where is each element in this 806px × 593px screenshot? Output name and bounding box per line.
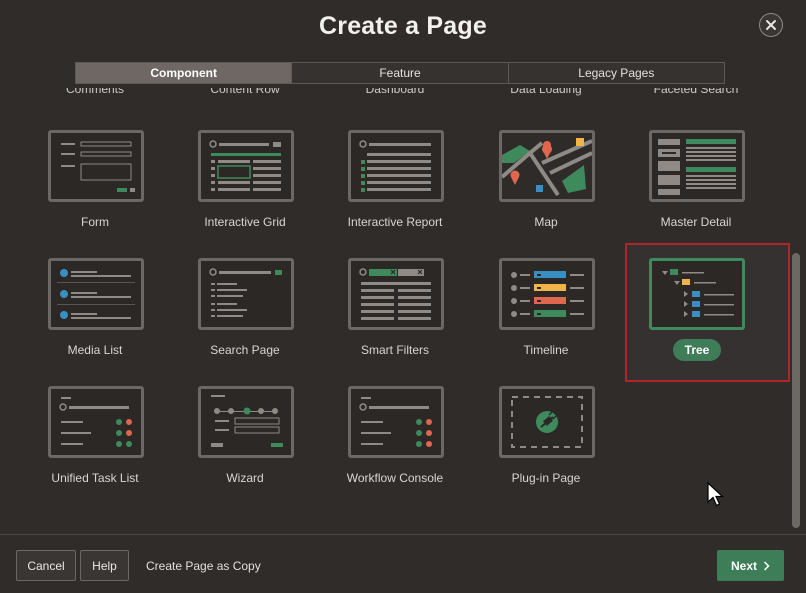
timeline-label: Timeline (523, 343, 569, 357)
tab-feature[interactable]: Feature (292, 63, 509, 83)
comments-label[interactable]: Comments (20, 88, 170, 96)
component-workflow-console[interactable]: Workflow Console (320, 386, 470, 506)
map-label: Map (534, 215, 558, 229)
scrollbar[interactable] (792, 253, 800, 528)
search-page-icon (198, 258, 294, 330)
unified-task-list-label: Unified Task List (51, 471, 139, 485)
create-page-as-copy-link[interactable]: Create Page as Copy (146, 559, 261, 573)
master-detail-icon (649, 130, 745, 202)
dialog-title: Create a Page (319, 12, 487, 40)
footer-divider (0, 534, 806, 535)
next-label: Next (730, 558, 757, 573)
component-smart-filters[interactable]: Smart Filters (320, 258, 470, 378)
component-interactive-grid[interactable]: Interactive Grid (170, 130, 320, 250)
media-list-icon (48, 258, 144, 330)
tab-component[interactable]: Component (76, 63, 293, 83)
wizard-label: Wizard (226, 471, 264, 485)
component-map[interactable]: Map (471, 130, 621, 250)
next-button[interactable]: Next (717, 550, 784, 581)
tab-legacy-pages[interactable]: Legacy Pages (508, 63, 724, 83)
master-detail-label: Master Detail (660, 215, 732, 229)
close-icon (766, 20, 776, 30)
plug-in-icon (499, 386, 595, 458)
component-form[interactable]: Form (20, 130, 170, 250)
smart-filters-icon (348, 258, 444, 330)
component-timeline[interactable]: Timeline (471, 258, 621, 378)
map-icon (499, 130, 595, 202)
tree-label: Tree (673, 339, 721, 361)
workflow-console-label: Workflow Console (346, 471, 444, 485)
interactive-report-icon (348, 130, 444, 202)
help-button[interactable]: Help (80, 550, 129, 581)
interactive-report-label: Interactive Report (347, 215, 443, 229)
interactive-grid-label: Interactive Grid (204, 215, 286, 229)
component-search-page[interactable]: Search Page (170, 258, 320, 378)
close-button[interactable] (759, 13, 783, 37)
component-unified-task-list[interactable]: Unified Task List (20, 386, 170, 506)
smart-filters-label: Smart Filters (360, 343, 429, 357)
mouse-cursor-icon (707, 482, 725, 507)
form-icon (48, 130, 144, 202)
component-master-detail[interactable]: Master Detail (621, 130, 771, 250)
tab-bar: Component Feature Legacy Pages (75, 62, 725, 84)
workflow-console-icon (348, 386, 444, 458)
cut-off-row: Comments Content Row Dashboard Data Load… (0, 88, 806, 100)
form-label: Form (81, 215, 109, 229)
tree-icon (649, 258, 745, 330)
plug-in-page-label: Plug-in Page (511, 471, 581, 485)
timeline-icon (499, 258, 595, 330)
unified-task-list-icon (48, 386, 144, 458)
component-media-list[interactable]: Media List (20, 258, 170, 378)
data-loading-label[interactable]: Data Loading (471, 88, 621, 96)
media-list-label: Media List (67, 343, 123, 357)
chevron-right-icon (763, 560, 770, 571)
component-plug-in-page[interactable]: Plug-in Page (471, 386, 621, 506)
search-page-label: Search Page (210, 343, 280, 357)
cancel-button[interactable]: Cancel (16, 550, 76, 581)
wizard-icon (198, 386, 294, 458)
faceted-search-label[interactable]: Faceted Search (621, 88, 771, 96)
dashboard-label[interactable]: Dashboard (320, 88, 470, 96)
content-row-label[interactable]: Content Row (170, 88, 320, 96)
component-interactive-report[interactable]: Interactive Report (320, 130, 470, 250)
component-wizard[interactable]: Wizard (170, 386, 320, 506)
interactive-grid-icon (198, 130, 294, 202)
